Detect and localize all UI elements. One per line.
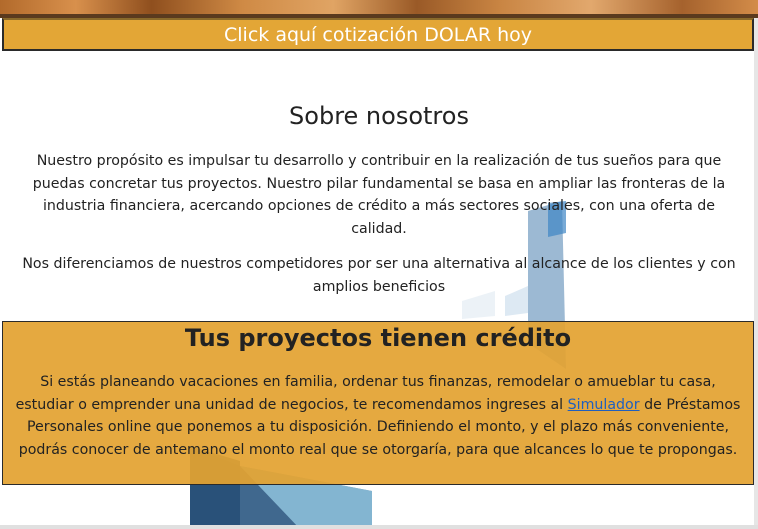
dolar-quote-link[interactable]: Click aquí cotización DOLAR hoy [2,18,754,51]
about-paragraph-difference: Nos diferenciamos de nuestros competidor… [22,256,736,295]
bottom-edge-divider [0,525,758,529]
about-title: Sobre nosotros [289,102,469,130]
about-paragraph-purpose: Nuestro propósito es impulsar tu desarro… [32,153,726,237]
credit-section: Tus proyectos tienen crédito Si estás pl… [2,321,754,485]
right-edge-divider [754,18,758,529]
credit-paragraph: Si estás planeando vacaciones en familia… [13,371,743,461]
wood-banner-image [0,0,758,18]
page: Click aquí cotización DOLAR hoy Sobre no… [0,0,758,529]
simulator-link[interactable]: Simulador [568,397,640,413]
credit-title: Tus proyectos tienen crédito [184,324,572,352]
